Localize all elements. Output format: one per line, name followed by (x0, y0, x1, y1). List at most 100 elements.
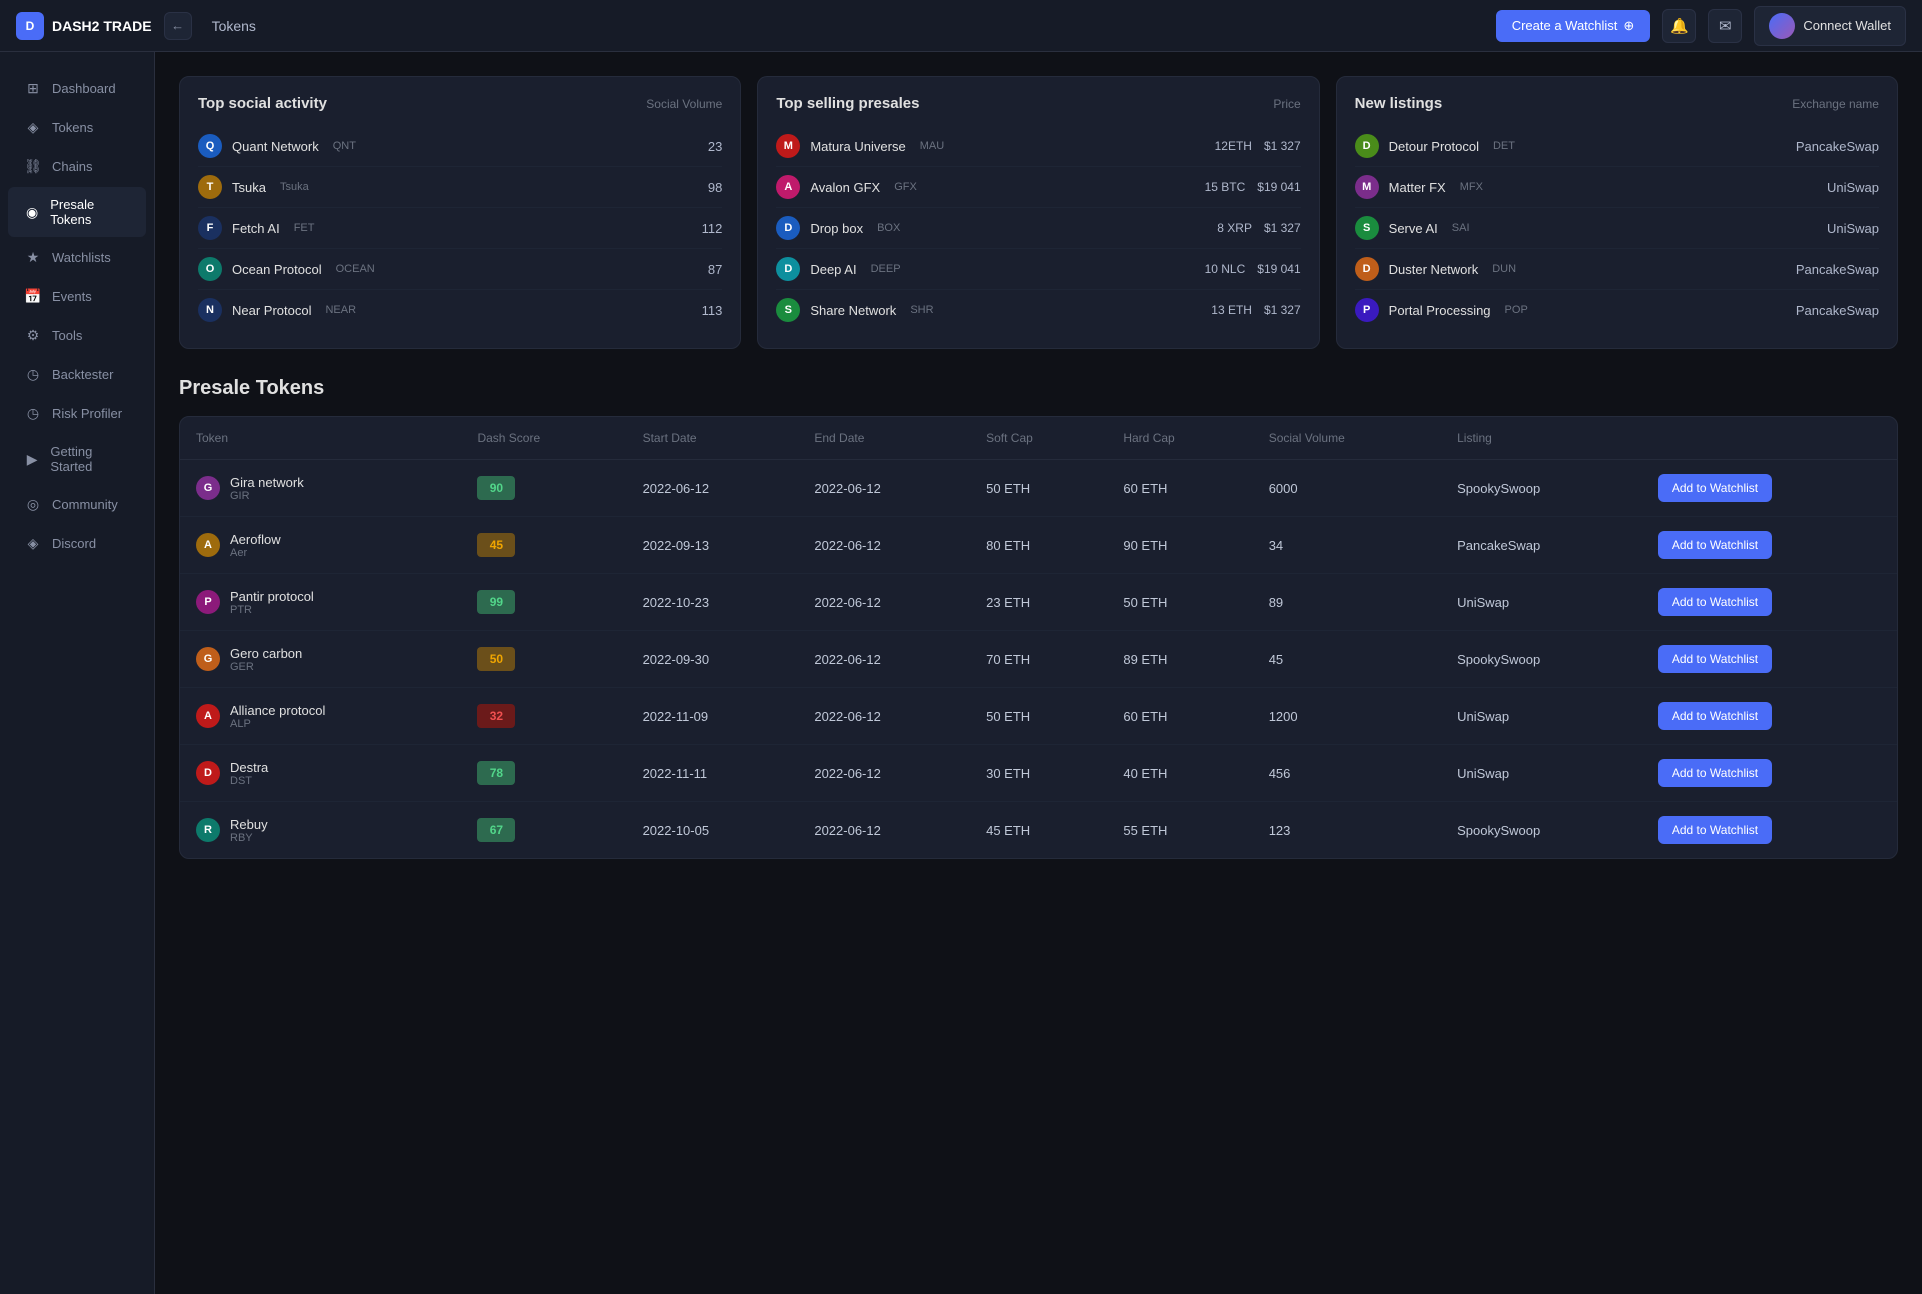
soft-cap-cell: 45 ETH (970, 802, 1107, 859)
token-symbol: MFX (1460, 181, 1483, 193)
sidebar-item-tools[interactable]: ⚙ Tools (8, 317, 146, 354)
action-cell[interactable]: Add to Watchlist (1642, 631, 1897, 688)
token-icon: D (776, 257, 800, 281)
social-volume-cell: 123 (1253, 802, 1441, 859)
dash-score: 99 (477, 590, 515, 614)
connect-wallet-button[interactable]: Connect Wallet (1754, 6, 1906, 46)
sidebar-item-events[interactable]: 📅 Events (8, 278, 146, 315)
notification-button[interactable]: 🔔 (1662, 9, 1696, 43)
token-icon: P (1355, 298, 1379, 322)
table-column-header: Token (180, 417, 461, 460)
token-name: Duster Network (1389, 262, 1479, 277)
add-watchlist-button[interactable]: Add to Watchlist (1658, 474, 1772, 502)
action-cell[interactable]: Add to Watchlist (1642, 460, 1897, 517)
card-header: Top selling presales Price (776, 95, 1300, 112)
token-icon: M (776, 134, 800, 158)
token-name: Matter FX (1389, 180, 1446, 195)
price-eth: 15 BTC (1205, 180, 1246, 194)
create-watchlist-button[interactable]: Create a Watchlist ⊕ (1496, 10, 1651, 42)
price-eth: 13 ETH (1211, 303, 1252, 317)
card-header: New listings Exchange name (1355, 95, 1879, 112)
sidebar-item-discord[interactable]: ◈ Discord (8, 525, 146, 562)
sidebar-label: Dashboard (52, 81, 116, 96)
add-watchlist-button[interactable]: Add to Watchlist (1658, 645, 1772, 673)
list-item: O Ocean Protocol OCEAN 87 (198, 249, 722, 290)
social-volume-cell: 45 (1253, 631, 1441, 688)
app-logo[interactable]: D DASH2 TRADE (16, 12, 152, 40)
action-cell[interactable]: Add to Watchlist (1642, 802, 1897, 859)
token-name: Serve AI (1389, 221, 1438, 236)
token-icon: S (1355, 216, 1379, 240)
table-column-header: Social Volume (1253, 417, 1441, 460)
token-icon: A (196, 704, 220, 728)
token-symbol: DEEP (871, 263, 901, 275)
start-date-cell: 2022-11-11 (627, 745, 799, 802)
token-symbol: SAI (1452, 222, 1470, 234)
token-symbol: DST (230, 775, 268, 787)
sidebar-item-presale-tokens[interactable]: ◉ Presale Tokens (8, 187, 146, 237)
logo-icon: D (16, 12, 44, 40)
token-symbol: FET (294, 222, 315, 234)
token-name: Gira network (230, 475, 304, 490)
mail-icon: ✉ (1719, 17, 1732, 35)
add-watchlist-button[interactable]: Add to Watchlist (1658, 702, 1772, 730)
top-presales-card: Top selling presales Price M Matura Univ… (757, 76, 1319, 349)
top-social-list: Q Quant Network QNT 23 T Tsuka Tsuka 98 … (198, 126, 722, 330)
token-icon: D (776, 216, 800, 240)
listing-cell: SpookySwoop (1441, 802, 1642, 859)
price-usd: $19 041 (1257, 180, 1300, 194)
list-item: M Matura Universe MAU 12ETH $1 327 (776, 126, 1300, 167)
add-watchlist-button[interactable]: Add to Watchlist (1658, 759, 1772, 787)
token-icon: G (196, 476, 220, 500)
sidebar-item-getting-started[interactable]: ▶ Getting Started (8, 434, 146, 484)
sidebar-item-tokens[interactable]: ◈ Tokens (8, 109, 146, 146)
token-cell: G Gero carbon GER (180, 631, 461, 688)
top-social-title: Top social activity (198, 95, 327, 112)
price-usd: $19 041 (1257, 262, 1300, 276)
list-item: S Share Network SHR 13 ETH $1 327 (776, 290, 1300, 330)
dash-score-cell: 50 (461, 631, 626, 688)
price-usd: $1 327 (1264, 303, 1301, 317)
action-cell[interactable]: Add to Watchlist (1642, 745, 1897, 802)
avatar (1769, 13, 1795, 39)
sidebar-item-community[interactable]: ◎ Community (8, 486, 146, 523)
add-watchlist-button[interactable]: Add to Watchlist (1658, 531, 1772, 559)
sidebar-item-chains[interactable]: ⛓ Chains (8, 148, 146, 185)
dash-score: 50 (477, 647, 515, 671)
add-watchlist-button[interactable]: Add to Watchlist (1658, 588, 1772, 616)
dash-score: 90 (477, 476, 515, 500)
top-cards-row: Top social activity Social Volume Q Quan… (179, 76, 1898, 349)
hard-cap-cell: 50 ETH (1107, 574, 1252, 631)
table-row: G Gira network GIR 90 2022-06-12 2022-06… (180, 460, 1897, 517)
table-column-header: Hard Cap (1107, 417, 1252, 460)
token-cell: D Destra DST (180, 745, 461, 802)
sidebar-item-risk-profiler[interactable]: ◷ Risk Profiler (8, 395, 146, 432)
token-cell: R Rebuy RBY (180, 802, 461, 859)
action-cell[interactable]: Add to Watchlist (1642, 688, 1897, 745)
sidebar-item-backtester[interactable]: ◷ Backtester (8, 356, 146, 393)
watchlist-icon: ⊕ (1623, 18, 1634, 34)
sidebar-item-watchlists[interactable]: ★ Watchlists (8, 239, 146, 276)
price-eth: 10 NLC (1205, 262, 1246, 276)
table-column-header: Dash Score (461, 417, 626, 460)
token-name: Avalon GFX (810, 180, 880, 195)
start-date-cell: 2022-10-05 (627, 802, 799, 859)
table-row: A Aeroflow Aer 45 2022-09-13 2022-06-12 … (180, 517, 1897, 574)
mail-button[interactable]: ✉ (1708, 9, 1742, 43)
main-content: Top social activity Social Volume Q Quan… (155, 52, 1922, 1294)
social-volume-cell: 456 (1253, 745, 1441, 802)
new-listings-card: New listings Exchange name D Detour Prot… (1336, 76, 1898, 349)
tools-icon: ⚙ (24, 327, 42, 344)
back-button[interactable]: ← (164, 12, 192, 40)
token-cell: A Alliance protocol ALP (180, 688, 461, 745)
end-date-cell: 2022-06-12 (798, 574, 970, 631)
list-item: Q Quant Network QNT 23 (198, 126, 722, 167)
action-cell[interactable]: Add to Watchlist (1642, 517, 1897, 574)
sidebar-item-dashboard[interactable]: ⊞ Dashboard (8, 70, 146, 107)
sidebar-label: Community (52, 497, 118, 512)
table-row: R Rebuy RBY 67 2022-10-05 2022-06-12 45 … (180, 802, 1897, 859)
soft-cap-cell: 50 ETH (970, 688, 1107, 745)
dash-score-cell: 45 (461, 517, 626, 574)
action-cell[interactable]: Add to Watchlist (1642, 574, 1897, 631)
add-watchlist-button[interactable]: Add to Watchlist (1658, 816, 1772, 844)
